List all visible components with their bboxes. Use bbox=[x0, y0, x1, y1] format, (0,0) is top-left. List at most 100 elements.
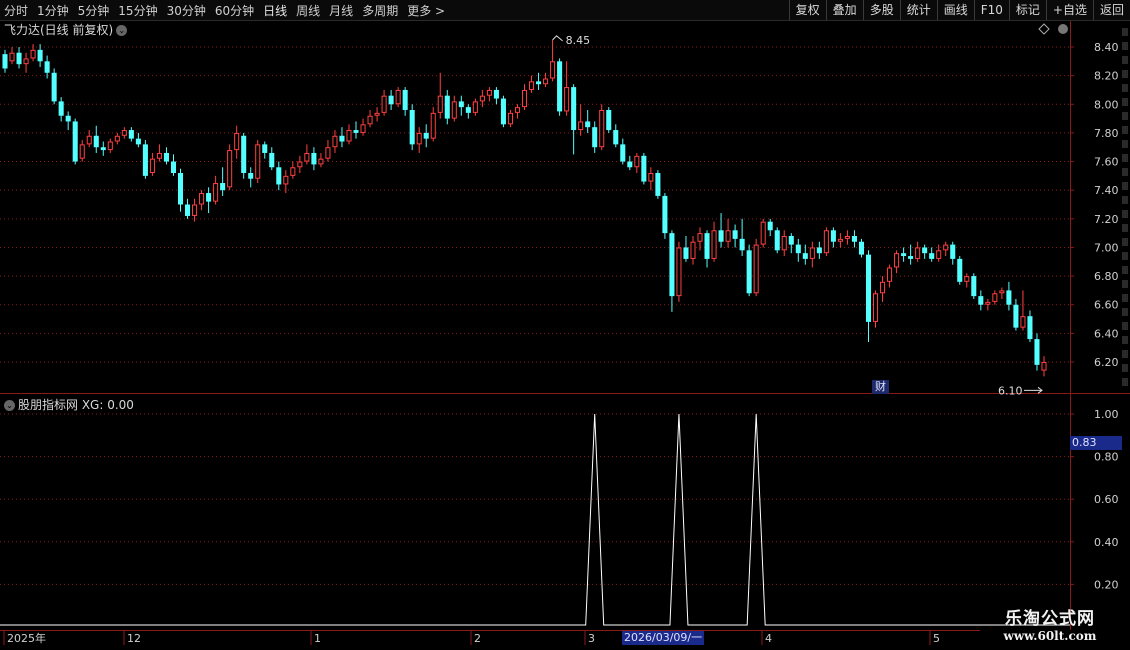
candle-body-down bbox=[585, 121, 591, 128]
earnings-badge[interactable]: 财 bbox=[872, 380, 889, 394]
candle-body-down bbox=[922, 247, 928, 254]
candle-body-down bbox=[774, 230, 780, 251]
axis-side-glyph bbox=[1122, 126, 1128, 134]
axis-side-glyph bbox=[1122, 196, 1128, 204]
candle-body-up bbox=[964, 276, 970, 282]
candle-body-down bbox=[100, 147, 106, 151]
candle-body-up bbox=[880, 281, 886, 294]
toolbar-button-1[interactable]: 叠加 bbox=[825, 0, 863, 20]
candle-body-up bbox=[894, 253, 900, 268]
candle-body-up bbox=[199, 193, 205, 205]
price-tick-label: 8.20 bbox=[1094, 70, 1119, 83]
candle-body-up bbox=[149, 158, 155, 174]
candle-body-down bbox=[16, 52, 22, 65]
candle-body-down bbox=[128, 130, 134, 139]
candle-body-up bbox=[227, 150, 233, 188]
candle-body-up bbox=[79, 144, 85, 159]
candle-body-down bbox=[929, 253, 935, 259]
candle-body-down bbox=[51, 72, 57, 102]
candle-body-down bbox=[353, 130, 359, 133]
candle-body-up bbox=[999, 290, 1005, 294]
price-tick-label: 7.20 bbox=[1094, 213, 1119, 226]
period-tab-4[interactable]: 30分钟 bbox=[167, 2, 206, 19]
toolbar-button-3[interactable]: 统计 bbox=[899, 0, 937, 20]
candle-body-down bbox=[65, 115, 71, 122]
candle-body-up bbox=[992, 293, 998, 302]
candle-body-up bbox=[690, 241, 696, 259]
period-tab-9[interactable]: 多周期 bbox=[362, 2, 398, 19]
toolbar-button-8[interactable]: 返回 bbox=[1092, 0, 1130, 20]
axis-side-glyph bbox=[1122, 84, 1128, 92]
main-chart-title[interactable]: 飞力达(日线 前复权) ⌄ bbox=[4, 21, 128, 38]
period-tab-1[interactable]: 1分钟 bbox=[37, 2, 69, 19]
axis-side-glyph bbox=[1122, 350, 1128, 358]
candle-body-up bbox=[395, 89, 401, 105]
candle-body-down bbox=[795, 244, 801, 254]
candle-body-down bbox=[423, 132, 429, 139]
axis-side-glyph bbox=[1122, 28, 1128, 36]
candle-body-up bbox=[381, 95, 387, 113]
period-tab-2[interactable]: 5分钟 bbox=[78, 2, 110, 19]
x-axis-label: 1 bbox=[314, 632, 321, 645]
candle-body-down bbox=[788, 236, 794, 245]
chevron-down-icon[interactable]: ⌄ bbox=[4, 400, 15, 411]
toolbar-button-0[interactable]: 复权 bbox=[788, 0, 826, 20]
x-axis-label: 4 bbox=[765, 632, 772, 645]
candle-body-down bbox=[458, 101, 464, 108]
x-axis-label: 3 bbox=[588, 632, 595, 645]
candle-body-down bbox=[241, 135, 247, 173]
toolbar-button-6[interactable]: 标记 bbox=[1008, 0, 1046, 20]
candle-body-down bbox=[957, 258, 963, 282]
candle-body-up bbox=[86, 135, 92, 145]
period-tab-3[interactable]: 15分钟 bbox=[118, 2, 157, 19]
candle-body-down bbox=[816, 247, 822, 254]
candle-body-up bbox=[528, 81, 535, 90]
candle-body-down bbox=[732, 230, 738, 239]
candle-body-down bbox=[170, 161, 177, 173]
candle-body-down bbox=[858, 241, 865, 255]
candle-body-down bbox=[971, 276, 977, 297]
x-axis-label: 2 bbox=[474, 632, 481, 645]
price-tick-label: 7.60 bbox=[1094, 156, 1119, 169]
toolbar: 分时 1分钟 5分钟 15分钟 30分钟 60分钟 日线 周线 月线 多周期 更多 > 复权 叠加 多股… bbox=[0, 0, 1130, 21]
candle-body-up bbox=[507, 112, 513, 125]
price-tick-label: 6.60 bbox=[1094, 299, 1119, 312]
period-tab-5[interactable]: 60分钟 bbox=[215, 2, 254, 19]
chart-canvas[interactable]: 8.40 8.20 8.00 7.80 7.60 7.40 7.20 7.00 6.80 6.60… bbox=[0, 0, 1130, 650]
candle-body-up bbox=[367, 115, 373, 125]
period-tab-6[interactable]: 日线 bbox=[263, 2, 287, 19]
high-marker-arrow bbox=[552, 35, 563, 42]
axis-side-glyph bbox=[1122, 364, 1128, 372]
candle-body-down bbox=[58, 101, 64, 116]
toolbar-button-5[interactable]: F10 bbox=[973, 0, 1009, 20]
candle-body-up bbox=[872, 293, 879, 322]
candle-body-up bbox=[711, 230, 717, 259]
indicator-title-row[interactable]: ⌄ 股朋指标网 XG: 0.00 bbox=[4, 396, 134, 413]
period-tab-8[interactable]: 月线 bbox=[329, 2, 353, 19]
candle-body-up bbox=[564, 87, 570, 112]
indicator-title: 股朋指标网 XG: 0.00 bbox=[18, 398, 134, 412]
toolbar-button-2[interactable]: 多股 bbox=[862, 0, 900, 20]
candle-body-up bbox=[234, 132, 240, 151]
candle-body-up bbox=[255, 144, 261, 179]
candle-body-down bbox=[718, 230, 724, 242]
candle-body-down bbox=[72, 121, 78, 162]
axis-side-glyph bbox=[1122, 98, 1128, 106]
period-tab-10[interactable]: 更多 > bbox=[407, 2, 445, 19]
chevron-down-icon[interactable]: ⌄ bbox=[116, 25, 128, 36]
toolbar-button-7[interactable]: +自选 bbox=[1045, 0, 1093, 20]
candle-body-down bbox=[177, 173, 184, 205]
candle-body-up bbox=[943, 244, 949, 251]
axis-side-glyph bbox=[1122, 42, 1128, 50]
candle-body-down bbox=[1006, 290, 1012, 305]
toolbar-button-4[interactable]: 画线 bbox=[936, 0, 974, 20]
axis-side-glyph bbox=[1122, 336, 1128, 344]
candle-body-up bbox=[430, 112, 436, 139]
candle-body-up bbox=[290, 167, 296, 176]
low-price-label: 6.10 bbox=[998, 384, 1023, 397]
watermark: 乐淘公式网 www.60lt.com bbox=[980, 604, 1120, 643]
axis-side-glyph bbox=[1122, 252, 1128, 260]
candle-body-up bbox=[121, 130, 127, 136]
period-tab-0[interactable]: 分时 bbox=[4, 2, 28, 19]
period-tab-7[interactable]: 周线 bbox=[296, 2, 320, 19]
